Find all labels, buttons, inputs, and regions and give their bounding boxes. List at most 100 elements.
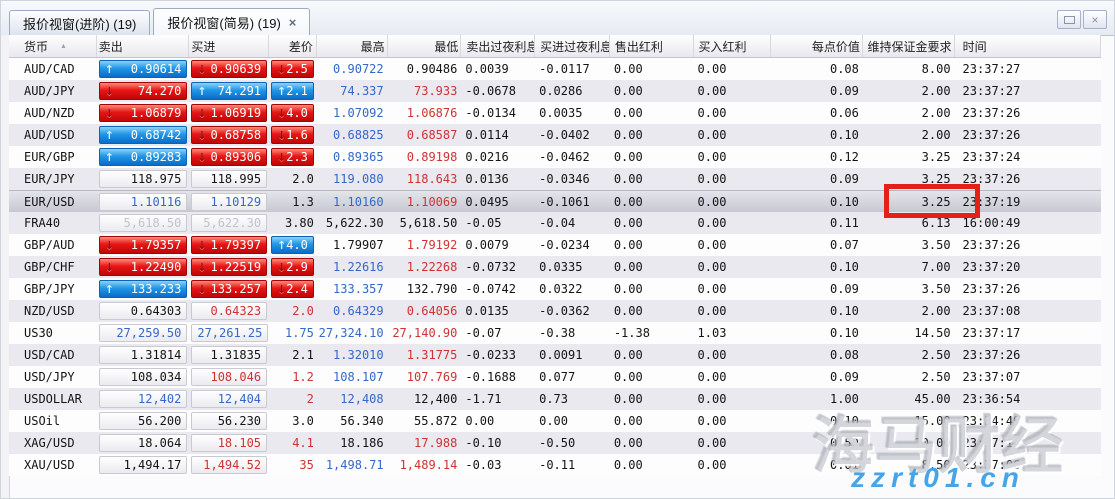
table-row[interactable]: AUD/NZD ↓ 1.06879 ↓ 1.06919 ↓ 4.0 1.07092 1.0687…: [9, 102, 1101, 124]
column-header-high[interactable]: 最高: [317, 35, 388, 57]
sell-quote-button[interactable]: ↓ 1.79357: [98, 236, 188, 254]
pair-cell[interactable]: AUD/USD: [9, 124, 97, 146]
table-row[interactable]: AUD/USD ↑ 0.68742 ↓ 0.68758 ↓ 1.6 0.68825 0.6858…: [9, 124, 1101, 146]
pair-cell[interactable]: GBP/CHF: [9, 256, 97, 278]
tab-close-icon[interactable]: ×: [289, 16, 297, 29]
buy-quote-button[interactable]: 0.64323: [191, 302, 268, 320]
sell-quote-button[interactable]: 1.31814: [98, 346, 188, 364]
buy-quote-button[interactable]: ↓ 0.68758: [191, 126, 268, 144]
buy-quote-button[interactable]: 1.31835: [191, 346, 268, 364]
buy-quote-button[interactable]: 1.10129: [191, 193, 268, 211]
pair-cell[interactable]: EUR/USD: [9, 191, 97, 213]
buy-quote-button[interactable]: ↓ 0.90639: [191, 60, 268, 78]
table-row[interactable]: USD/JPY 108.034 108.046 1.2 108.107 107.769 -0…: [9, 366, 1101, 388]
column-header-spread[interactable]: 差价: [269, 35, 317, 57]
sell-quote-button[interactable]: 56.200: [98, 412, 188, 430]
pair-cell[interactable]: NZD/USD: [9, 300, 97, 322]
table-row[interactable]: GBP/JPY ↑ 133.233 ↓ 133.257 ↓ 2.4 133.357 132.79…: [9, 278, 1101, 300]
pair-cell[interactable]: AUD/CAD: [9, 58, 97, 80]
buy-quote-button[interactable]: ↓ 1.06919: [191, 104, 268, 122]
table-row[interactable]: USOil 56.200 56.230 3.0 56.340 55.872 0.00 0.00…: [9, 410, 1101, 432]
tab[interactable]: 报价视窗(进阶) (19): [9, 10, 151, 35]
pair-cell[interactable]: USD/CAD: [9, 344, 97, 366]
buy-quote-button[interactable]: ↑ 74.291: [191, 82, 268, 100]
close-button[interactable]: ×: [1083, 10, 1107, 29]
column-header-time[interactable]: 时间: [955, 35, 1102, 57]
sell-quote-button[interactable]: ↓ 1.22490: [98, 258, 188, 276]
low-cell: 5,618.50: [399, 216, 458, 230]
margin-requirement-cell: 3.25: [921, 150, 951, 164]
buy-quote-button[interactable]: 5,622.30: [191, 214, 268, 232]
pair-cell[interactable]: AUD/JPY: [9, 80, 97, 102]
tab[interactable]: 报价视窗(简易) (19) ×: [153, 8, 311, 35]
table-body: AUD/CAD ↑ 0.90614 ↓ 0.90639 ↓ 2.5 0.90722 0.9048…: [9, 58, 1101, 476]
spread-indicator: ↓ 1.6: [270, 126, 314, 144]
sell-quote-button[interactable]: 118.975: [98, 170, 188, 188]
sell-quote-button[interactable]: 1.10116: [98, 193, 188, 211]
buy-quote-button[interactable]: 27,261.25: [191, 324, 269, 342]
table-row[interactable]: XAG/USD 18.064 18.105 4.1 18.186 17.988 -0.10 -…: [9, 432, 1101, 454]
sell-quote-button[interactable]: ↑ 0.68742: [98, 126, 188, 144]
pair-cell[interactable]: GBP/JPY: [9, 278, 97, 300]
pair-cell[interactable]: XAG/USD: [9, 432, 97, 454]
column-header-buy[interactable]: 买进: [189, 35, 270, 57]
sell-quote-button[interactable]: ↓ 1.06879: [98, 104, 188, 122]
column-header-sell_dividend[interactable]: 售出红利: [610, 35, 694, 57]
table-row[interactable]: GBP/AUD ↓ 1.79357 ↓ 1.79397 ↑ 4.0 1.79907 1.7919…: [9, 234, 1101, 256]
buy-quote-button[interactable]: 12,404: [191, 390, 268, 408]
column-header-sell[interactable]: 卖出: [97, 35, 190, 57]
buy-quote-button[interactable]: 56.230: [191, 412, 268, 430]
column-header-pip_value[interactable]: 每点价值: [771, 35, 863, 57]
column-header-sell_rollover[interactable]: 卖出过夜利息: [461, 35, 536, 57]
pair-cell[interactable]: US30: [9, 322, 97, 344]
table-row[interactable]: AUD/JPY ↓ 74.270 ↑ 74.291 ↑ 2.1 74.337 73.933 -0.…: [9, 80, 1101, 102]
buy-quote-button[interactable]: 108.046: [191, 368, 268, 386]
buy-quote-button[interactable]: 118.995: [191, 170, 268, 188]
sell-quote-button[interactable]: 1,494.17: [98, 456, 188, 474]
pair-cell[interactable]: AUD/NZD: [9, 102, 97, 124]
buy-quote-button[interactable]: ↓ 133.257: [191, 280, 268, 298]
pair-cell[interactable]: FRA40: [9, 212, 97, 234]
pair-cell[interactable]: EUR/JPY: [9, 168, 97, 190]
buy-quote-button[interactable]: 1,494.52: [191, 456, 268, 474]
sell-rollover-cell: -0.03: [465, 458, 502, 472]
sell-quote-button[interactable]: ↓ 74.270: [98, 82, 188, 100]
column-header-pair[interactable]: 货币 ▲: [9, 35, 97, 57]
restore-button[interactable]: [1057, 10, 1081, 29]
high-cell: 12,408: [340, 392, 384, 406]
sell-quote-button[interactable]: 5,618.50: [98, 214, 188, 232]
table-row[interactable]: US30 27,259.50 27,261.25 1.75 27,324.10 27,14…: [9, 322, 1101, 344]
sell-quote-button[interactable]: ↑ 133.233: [98, 280, 188, 298]
table-row[interactable]: AUD/CAD ↑ 0.90614 ↓ 0.90639 ↓ 2.5 0.90722 0.9048…: [9, 58, 1101, 80]
table-row[interactable]: GBP/CHF ↓ 1.22490 ↓ 1.22519 ↓ 2.9 1.22616 1.2226…: [9, 256, 1101, 278]
buy-quote-button[interactable]: ↓ 1.79397: [191, 236, 268, 254]
table-row[interactable]: USD/CAD 1.31814 1.31835 2.1 1.32010 1.31775 -0…: [9, 344, 1101, 366]
table-row[interactable]: NZD/USD 0.64303 0.64323 2.0 0.64329 0.64056 0.…: [9, 300, 1101, 322]
table-row[interactable]: XAU/USD 1,494.17 1,494.52 35 1,498.71 1,489.1…: [9, 454, 1101, 476]
buy-quote-button[interactable]: ↓ 0.89306: [191, 148, 268, 166]
buy-quote-button[interactable]: 18.105: [191, 434, 268, 452]
pair-cell[interactable]: EUR/GBP: [9, 146, 97, 168]
pair-cell[interactable]: USOil: [9, 410, 97, 432]
sell-quote-button[interactable]: ↑ 0.89283: [98, 148, 188, 166]
column-header-buy_rollover[interactable]: 买进过夜利息: [535, 35, 610, 57]
table-row[interactable]: USDOLLAR 12,402 12,404 2 12,408 12,400 -1.71 0.…: [9, 388, 1101, 410]
table-row[interactable]: EUR/GBP ↑ 0.89283 ↓ 0.89306 ↓ 2.3 0.89365 0.8919…: [9, 146, 1101, 168]
sell-quote-button[interactable]: ↑ 0.90614: [98, 60, 188, 78]
pair-cell[interactable]: USD/JPY: [9, 366, 97, 388]
column-header-low[interactable]: 最低: [388, 35, 462, 57]
pair-cell[interactable]: GBP/AUD: [9, 234, 97, 256]
down-arrow-icon: ↓: [104, 84, 114, 98]
sell-quote-button[interactable]: 0.64303: [98, 302, 188, 320]
sell-quote-button[interactable]: 18.064: [98, 434, 188, 452]
sell-rollover-cell: 0.0114: [465, 128, 509, 142]
pair-cell[interactable]: USDOLLAR: [9, 388, 97, 410]
sell-quote-button[interactable]: 108.034: [98, 368, 188, 386]
pair-cell[interactable]: XAU/USD: [9, 454, 97, 476]
column-header-margin_req[interactable]: 维持保证金要求: [863, 35, 955, 57]
sell-quote-button[interactable]: 12,402: [98, 390, 188, 408]
sell-quote-button[interactable]: 27,259.50: [98, 324, 188, 342]
buy-quote-button[interactable]: ↓ 1.22519: [191, 258, 268, 276]
sell-dividend-cell: 0.00: [613, 414, 643, 428]
column-header-buy_dividend[interactable]: 买入红利: [694, 35, 772, 57]
